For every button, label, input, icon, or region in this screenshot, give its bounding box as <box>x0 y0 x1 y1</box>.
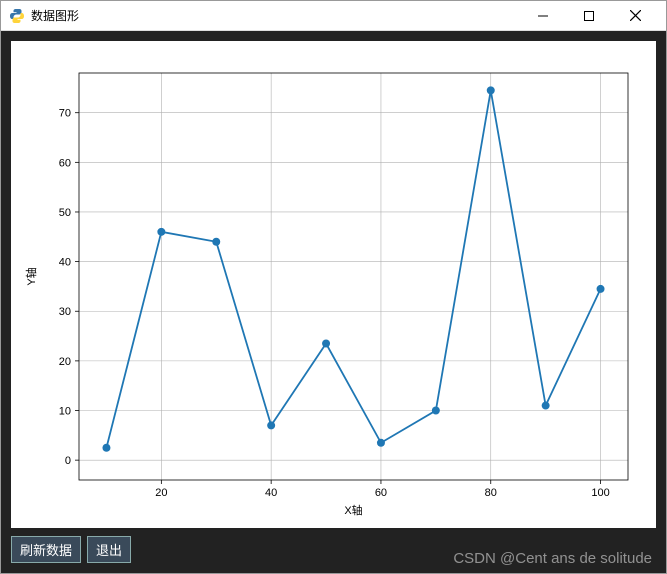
line-chart: 20 40 60 80 100 0 10 20 30 40 50 60 70 X轴 Y轴 <box>11 41 656 528</box>
svg-text:40: 40 <box>265 487 277 499</box>
python-icon <box>9 8 25 24</box>
svg-text:60: 60 <box>59 157 71 169</box>
svg-text:100: 100 <box>591 487 609 499</box>
svg-text:50: 50 <box>59 207 71 219</box>
close-button[interactable] <box>612 1 658 31</box>
svg-text:30: 30 <box>59 306 71 318</box>
svg-text:Y轴: Y轴 <box>24 267 38 285</box>
svg-text:0: 0 <box>65 455 71 467</box>
window-controls <box>520 1 658 31</box>
maximize-button[interactable] <box>566 1 612 31</box>
content-area: 20406080100010203040506070X轴Y轴 刷新数据 退出 C… <box>1 31 666 573</box>
svg-text:10: 10 <box>59 406 71 418</box>
minimize-button[interactable] <box>520 1 566 31</box>
exit-button[interactable]: 退出 <box>87 536 131 563</box>
chart-container: 20 40 60 80 100 0 10 20 30 40 50 60 70 X轴 Y轴 <box>11 41 656 528</box>
svg-text:40: 40 <box>59 257 71 269</box>
window-title: 数据图形 <box>31 7 520 24</box>
svg-text:20: 20 <box>59 356 71 368</box>
svg-text:60: 60 <box>375 487 387 499</box>
svg-text:20: 20 <box>155 487 167 499</box>
svg-text:X轴: X轴 <box>344 503 362 517</box>
button-row: 刷新数据 退出 <box>11 536 656 563</box>
svg-text:70: 70 <box>59 108 71 120</box>
app-window: 数据图形 20 40 60 80 100 0 10 20 30 40 50 60 70 X轴 Y轴 刷新数据… <box>0 0 667 574</box>
titlebar: 数据图形 <box>1 1 666 31</box>
refresh-button[interactable]: 刷新数据 <box>11 536 81 563</box>
svg-text:80: 80 <box>485 487 497 499</box>
